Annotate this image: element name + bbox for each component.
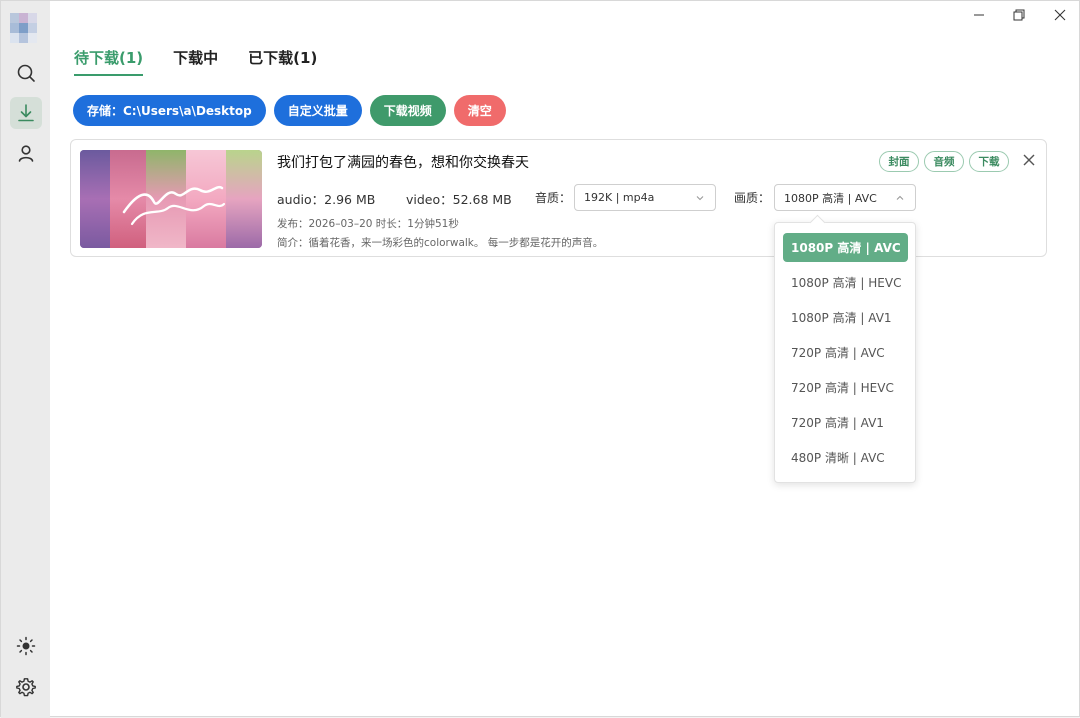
quality-option[interactable]: 720P 高清 | HEVC — [783, 373, 908, 402]
video-thumbnail — [80, 150, 262, 248]
restore-button[interactable] — [1007, 5, 1031, 25]
sidebar-item-theme[interactable] — [10, 630, 42, 662]
chevron-down-icon — [696, 196, 704, 201]
custom-batch-button[interactable]: 自定义批量 — [273, 95, 362, 126]
close-icon — [1054, 9, 1066, 21]
video-quality-dropdown: 1080P 高清 | AVC 1080P 高清 | HEVC 1080P 高清 … — [774, 222, 916, 483]
action-bar: 存储：C:\Users\a\Desktop 自定义批量 下载视频 清空 — [73, 95, 514, 126]
quality-option[interactable]: 720P 高清 | AVC — [783, 338, 908, 367]
sidebar-item-user[interactable] — [10, 137, 42, 169]
sun-icon — [16, 636, 36, 656]
thumbnail-calligraphy — [122, 185, 226, 226]
gear-icon — [16, 678, 36, 697]
app-window: 待下载(1) 下载中 已下载(1) 存储：C:\Users\a\Desktop … — [0, 0, 1080, 718]
video-description: 简介：循着花香，来一场彩色的colorwalk。 每一步都是花开的声音。 — [277, 237, 604, 249]
audio-button[interactable]: 音频 — [924, 151, 964, 172]
search-icon — [17, 64, 35, 82]
minimize-button[interactable] — [967, 5, 991, 25]
video-title: 我们打包了满园的春色，想和你交换春天 — [277, 155, 529, 171]
video-quality-label: 画质： — [734, 191, 771, 205]
minimize-icon — [974, 14, 984, 16]
audio-quality-value: 192K | mp4a — [584, 191, 655, 204]
audio-quality-label: 音质： — [535, 191, 572, 205]
restore-icon — [1013, 9, 1025, 21]
tab-downloaded[interactable]: 已下载(1) — [248, 47, 317, 76]
video-quality-value: 1080P 高清 | AVC — [784, 191, 877, 205]
sidebar-item-search[interactable] — [10, 57, 42, 89]
storage-path-button[interactable]: 存储：C:\Users\a\Desktop — [73, 95, 266, 126]
quality-option[interactable]: 1080P 高清 | HEVC — [783, 268, 908, 297]
download-tabs: 待下载(1) 下载中 已下载(1) — [74, 47, 347, 76]
sidebar-item-download[interactable] — [10, 97, 42, 129]
chevron-up-icon — [896, 195, 904, 200]
audio-quality-select[interactable]: 192K | mp4a — [574, 184, 716, 211]
tab-pending[interactable]: 待下载(1) — [74, 47, 144, 76]
audio-size: audio：2.96 MB — [277, 192, 376, 207]
video-quality-select[interactable]: 1080P 高清 | AVC — [774, 184, 916, 211]
quality-option[interactable]: 480P 清晰 | AVC — [783, 443, 908, 472]
sidebar — [1, 1, 50, 718]
publish-info: 发布：2026–03–20 时长：1分钟51秒 — [277, 218, 459, 230]
tab-downloading[interactable]: 下载中 — [173, 47, 218, 76]
download-video-button[interactable]: 下载视频 — [369, 95, 446, 126]
download-icon — [18, 104, 34, 122]
user-icon — [18, 145, 34, 162]
video-size: video：52.68 MB — [406, 192, 512, 207]
quality-option[interactable]: 1080P 高清 | AVC — [783, 233, 908, 262]
download-button[interactable]: 下载 — [969, 151, 1009, 172]
window-close-button[interactable] — [1048, 5, 1072, 25]
app-logo — [10, 13, 38, 43]
remove-item-icon[interactable] — [1021, 152, 1037, 168]
clear-button[interactable]: 清空 — [453, 95, 506, 126]
cover-button[interactable]: 封面 — [879, 151, 919, 172]
quality-option[interactable]: 720P 高清 | AV1 — [783, 408, 908, 437]
quality-option[interactable]: 1080P 高清 | AV1 — [783, 303, 908, 332]
sidebar-item-settings[interactable] — [10, 671, 42, 703]
